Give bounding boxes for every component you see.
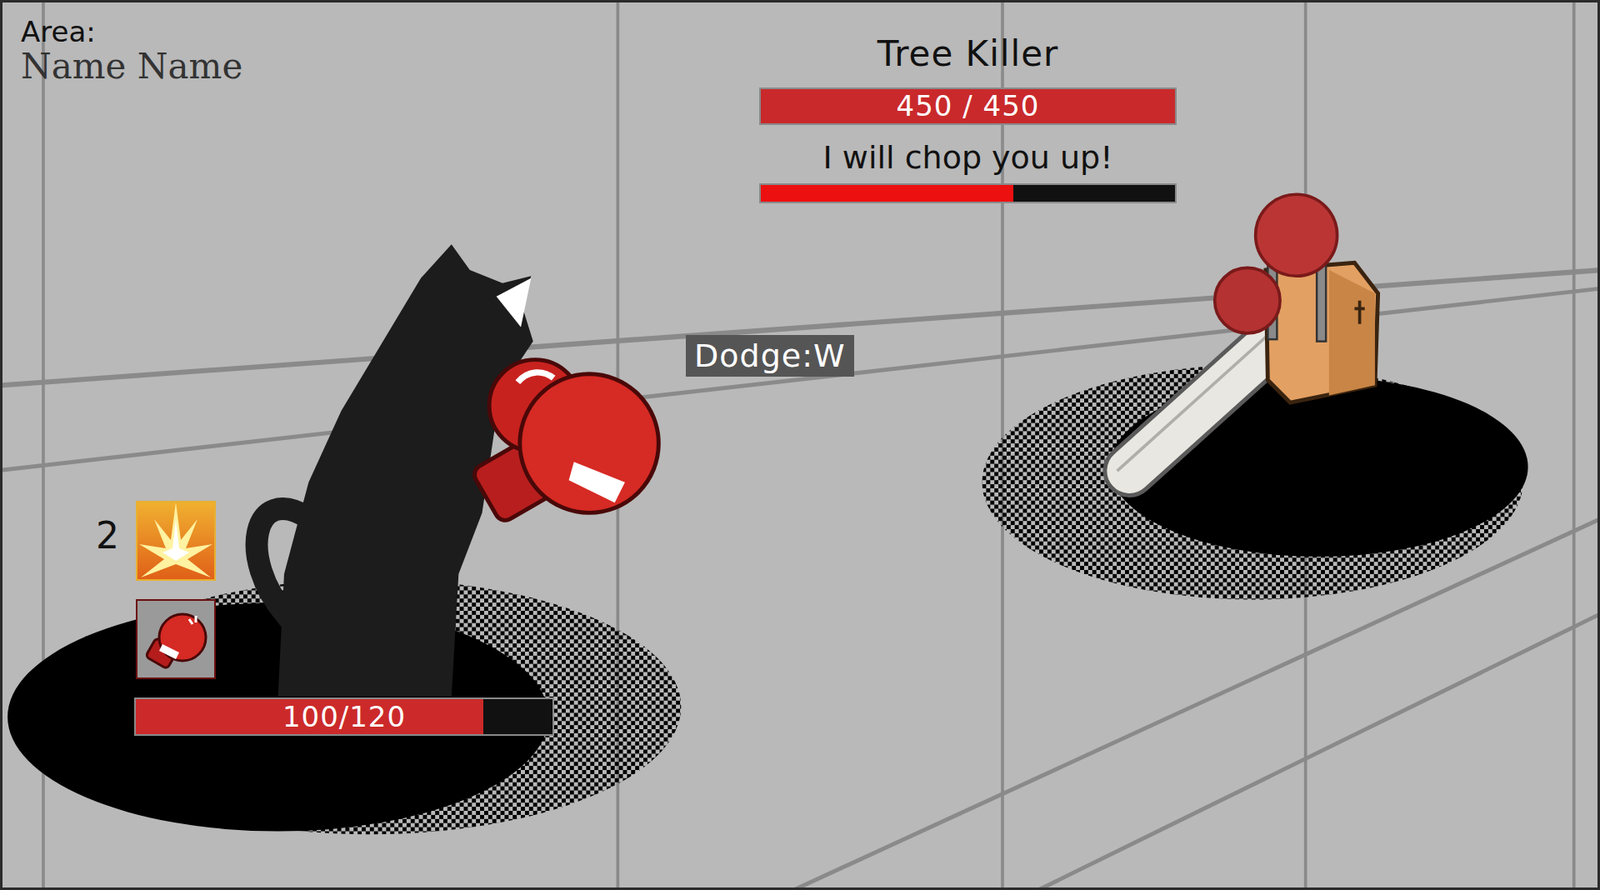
effect-count: 2 bbox=[95, 500, 136, 555]
player-health-bar: 100/120 bbox=[134, 697, 555, 736]
area-name: Name Name bbox=[20, 47, 760, 86]
boxing-gloves bbox=[470, 360, 659, 525]
player-health-text: 100/120 bbox=[282, 700, 406, 735]
boxing-glove-icon bbox=[137, 600, 215, 678]
effect-slot bbox=[135, 500, 216, 581]
floor-lines bbox=[2, 2, 1600, 890]
boss-health-text: 450 / 450 bbox=[896, 89, 1040, 124]
boss-charge-bar bbox=[759, 183, 1177, 204]
boss-charge-fill bbox=[760, 185, 1014, 202]
boss-panel: Tree Killer 450 / 450 I will chop you up… bbox=[759, 2, 1177, 204]
effect-slot bbox=[135, 599, 216, 680]
battle-scene bbox=[2, 2, 1600, 890]
battle-screen: Area: Name Name Tree Killer 450 / 450 I … bbox=[0, 0, 1600, 890]
boss-name: Tree Killer bbox=[877, 32, 1060, 76]
cat-fighter bbox=[256, 244, 659, 697]
player-hud: 2 100/120 bbox=[95, 500, 555, 736]
boss-health-bar: 450 / 450 bbox=[759, 87, 1177, 125]
area-info: Area: Name Name bbox=[2, 2, 760, 86]
boss-taunt: I will chop you up! bbox=[823, 138, 1114, 177]
enemy-shadow bbox=[982, 365, 1529, 600]
chainsaw-enemy bbox=[1095, 194, 1379, 505]
hud: Area: Name Name Tree Killer 450 / 450 I … bbox=[2, 2, 1598, 204]
dodge-prompt: Dodge:W bbox=[685, 335, 855, 377]
explosion-icon bbox=[137, 502, 215, 580]
status-effect bbox=[95, 599, 555, 680]
status-effect: 2 bbox=[95, 500, 555, 581]
area-label: Area: bbox=[20, 17, 760, 48]
effect-count bbox=[95, 599, 136, 616]
